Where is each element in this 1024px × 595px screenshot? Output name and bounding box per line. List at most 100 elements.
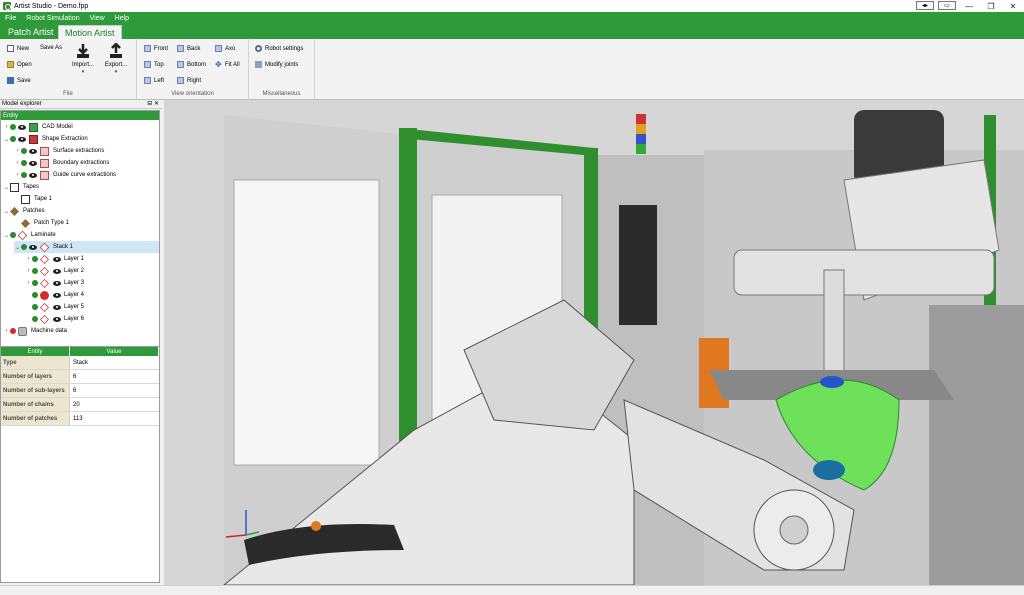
tab-patch-artist[interactable]: Patch Artist [2,25,60,39]
robot-cell-scene[interactable] [164,100,1024,585]
import-button[interactable]: Import... ▾ [68,43,98,75]
table-row: Number of layers 6 [1,370,159,384]
visibility-icon[interactable] [29,160,37,166]
check-icon[interactable] [21,172,27,178]
chevron-down-icon[interactable]: ⌄ [3,232,10,239]
visibility-icon[interactable] [29,244,37,250]
visibility-icon[interactable] [53,316,61,322]
tree-node-layer-2[interactable]: › Layer 2 [25,265,159,277]
property-value: 20 [73,401,80,408]
restore-layout-icon[interactable]: ◂▸ [916,1,934,10]
visibility-icon[interactable] [29,172,37,178]
tree-node-patch-type-1[interactable]: Patch Type 1 [14,217,159,229]
view-right-button[interactable]: Right [177,77,201,84]
minimize-button[interactable]: — [958,0,980,12]
check-icon[interactable] [32,280,38,286]
tree-node-layer-6[interactable]: Layer 6 [25,313,159,325]
tree-node-cad-model[interactable]: › CAD Model [3,121,159,133]
check-icon[interactable] [32,268,38,274]
modify-joints-button[interactable]: Modify joints [255,61,298,68]
tab-motion-artist[interactable]: Motion Artist [58,25,122,39]
layer-error-icon [40,290,49,300]
chevron-down-icon[interactable]: ⌄ [3,136,10,143]
tree-node-laminate[interactable]: ⌄ Laminate [3,229,159,241]
window-panel-left [233,179,380,466]
properties-col-value: Value [70,347,159,356]
save-button[interactable]: Save [7,77,31,84]
tree-node-layer-1[interactable]: › Layer 1 [25,253,159,265]
cube-axo-icon [215,45,222,52]
check-icon[interactable] [21,148,27,154]
check-icon[interactable] [10,124,16,130]
visibility-icon[interactable] [53,256,61,262]
chevron-right-icon[interactable]: › [25,256,32,262]
open-button[interactable]: Open [7,61,32,68]
menu-file[interactable]: File [0,15,21,22]
check-icon[interactable] [21,160,27,166]
fit-all-button[interactable]: ✥ Fit All [215,61,240,69]
properties-col-entity: Entity [1,347,70,356]
chevron-right-icon[interactable]: › [25,268,32,274]
robot-settings-button[interactable]: Robot settings [255,45,303,52]
menu-help[interactable]: Help [110,15,134,22]
3d-viewport[interactable] [164,100,1024,585]
tree-node-machine-data[interactable]: › Machine data [3,325,159,337]
tree-node-layer-3[interactable]: › Layer 3 [25,277,159,289]
new-button[interactable]: New [7,45,29,52]
laminate-icon [17,230,28,240]
view-bottom-button[interactable]: Bottom [177,61,206,68]
tree-node-stack-1[interactable]: ⌄ Stack 1 [14,241,159,253]
tree-node-tapes[interactable]: ⌄ Tapes [3,181,159,193]
tree-node-tape-1[interactable]: Tape 1 [14,193,159,205]
chevron-right-icon[interactable]: › [3,124,10,130]
check-icon[interactable] [21,244,27,250]
chevron-down-icon[interactable]: ⌄ [14,244,21,251]
view-axo-button[interactable]: Axo [215,45,235,52]
check-icon[interactable] [10,232,16,238]
view-front-button[interactable]: Front [144,45,168,52]
check-icon[interactable] [32,304,38,310]
visibility-icon[interactable] [18,124,26,130]
maximize-button[interactable]: ❐ [980,0,1002,12]
tree-node-layer-5[interactable]: Layer 5 [25,301,159,313]
menu-view[interactable]: View [85,15,110,22]
view-top-button[interactable]: Top [144,61,164,68]
chevron-right-icon[interactable]: › [14,172,21,178]
chevron-right-icon[interactable]: › [14,160,21,166]
check-icon[interactable] [32,316,38,322]
tree-node-shape-extraction[interactable]: ⌄ Shape Extraction [3,133,159,145]
property-key: Number of patches [1,412,70,425]
tree-node-guide-curve-extractions[interactable]: › Guide curve extractions [14,169,159,181]
export-icon [110,43,122,58]
stack-icon [39,242,50,252]
check-icon[interactable] [10,136,16,142]
chevron-down-icon[interactable]: ⌄ [3,184,10,191]
chevron-right-icon[interactable]: › [14,148,21,154]
save-as-button[interactable]: Save As [40,45,62,51]
export-button[interactable]: Export... ▾ [101,43,131,75]
visibility-icon[interactable] [53,280,61,286]
tree-node-boundary-extractions[interactable]: › Boundary extractions [14,157,159,169]
gear-icon [255,45,262,52]
visibility-icon[interactable] [18,136,26,142]
tape-icon [21,194,30,204]
tree-node-surface-extractions[interactable]: › Surface extractions [14,145,159,157]
view-left-button[interactable]: Left [144,77,164,84]
tree-node-patches[interactable]: ⌄ Patches [3,205,159,217]
explorer-header-buttons[interactable]: ⊟ ✕ [147,100,159,107]
check-icon[interactable] [32,292,38,298]
visibility-icon[interactable] [53,268,61,274]
property-key: Number of layers [1,370,70,383]
check-icon[interactable] [32,256,38,262]
menu-robot-simulation[interactable]: Robot Simulation [21,15,84,22]
view-back-button[interactable]: Back [177,45,200,52]
error-icon[interactable] [10,328,16,334]
close-button[interactable]: ✕ [1002,0,1024,12]
visibility-icon[interactable] [29,148,37,154]
visibility-icon[interactable] [53,304,61,310]
chevron-right-icon[interactable]: › [25,280,32,286]
chevron-right-icon[interactable]: › [3,328,10,334]
visibility-icon[interactable] [53,292,61,298]
tree-node-layer-4[interactable]: Layer 4 [25,289,159,301]
window-mode-icon[interactable]: ▭ [938,1,956,10]
